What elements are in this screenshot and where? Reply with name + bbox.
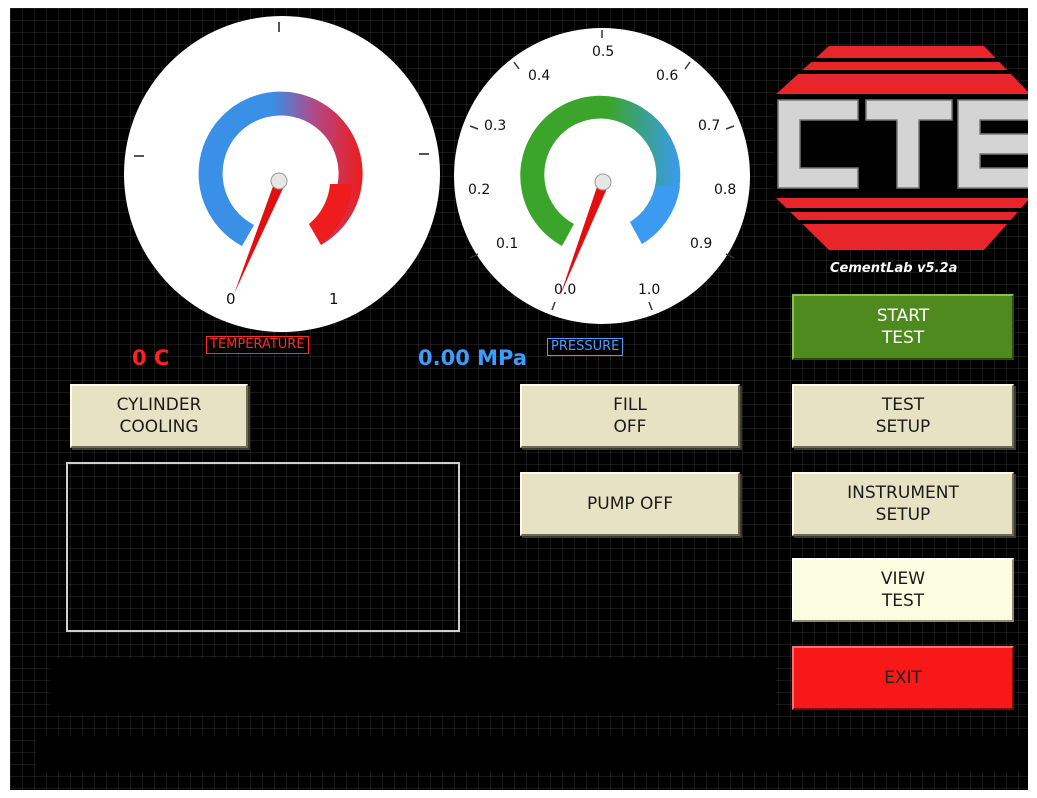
pressure-tick: 0.8: [714, 182, 736, 198]
instrument-setup-button[interactable]: INSTRUMENT SETUP: [792, 472, 1014, 536]
temperature-gauge: 0 1: [124, 16, 440, 332]
version-label: CementLab v5.2a: [830, 261, 958, 276]
fill-button[interactable]: FILL OFF: [520, 384, 740, 448]
message-panel: [66, 462, 460, 632]
temperature-tick-min: 0: [226, 290, 236, 308]
cte-logo: [774, 46, 1028, 250]
pressure-tick: 0.3: [484, 118, 506, 134]
pressure-readout: 0.00 MPa: [418, 346, 528, 370]
test-setup-button[interactable]: TEST SETUP: [792, 384, 1014, 448]
pressure-tick: 0.1: [496, 236, 518, 252]
footer-bar: [36, 736, 1028, 772]
cylinder-cooling-button[interactable]: CYLINDER COOLING: [70, 384, 248, 448]
view-test-button[interactable]: VIEW TEST: [792, 558, 1014, 622]
status-bar: [50, 658, 776, 714]
start-test-button[interactable]: START TEST: [792, 294, 1014, 360]
pressure-label: PRESSURE: [547, 338, 624, 356]
temperature-label: TEMPERATURE: [206, 336, 309, 354]
pressure-tick: 0.5: [592, 44, 614, 60]
pump-button[interactable]: PUMP OFF: [520, 472, 740, 536]
exit-button[interactable]: EXIT: [792, 646, 1014, 710]
pressure-tick: 0.7: [698, 118, 720, 134]
pressure-tick: 1.0: [638, 282, 660, 298]
pressure-gauge: 0.0 0.1 0.2 0.3 0.4 0.5 0.6 0.7 0.8 0.9 …: [454, 28, 750, 324]
logo-letter-e: [957, 99, 1028, 189]
needle-hub: [270, 172, 288, 190]
temperature-readout: 0 C: [132, 346, 170, 370]
pressure-tick: 0.9: [690, 236, 712, 252]
hmi-screen: 0 1 0.0 0.1 0.2 0.3 0.4 0.5 0.6 0.7 0.8 …: [10, 8, 1028, 790]
pressure-tick: 0.6: [656, 68, 678, 84]
pressure-tick: 0.2: [468, 182, 490, 198]
temperature-tick-max: 1: [329, 290, 339, 308]
pressure-tick: 0.4: [528, 68, 550, 84]
needle-hub: [594, 173, 612, 191]
pressure-tick: 0.0: [554, 282, 576, 298]
